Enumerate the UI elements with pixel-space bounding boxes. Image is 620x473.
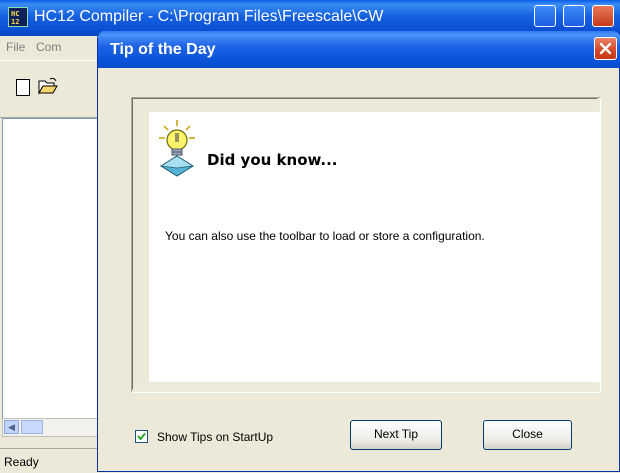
scroll-thumb[interactable] bbox=[21, 420, 43, 434]
open-folder-icon[interactable] bbox=[38, 77, 58, 95]
checkmark-icon bbox=[137, 432, 146, 441]
menu-compile[interactable]: Com bbox=[36, 40, 61, 54]
main-window-title: HC12 Compiler - C:\Program Files\Freesca… bbox=[34, 8, 384, 25]
tip-text: You can also use the toolbar to load or … bbox=[165, 229, 485, 243]
menu-file[interactable]: File bbox=[6, 40, 25, 54]
horizontal-scrollbar[interactable]: ◀ bbox=[2, 418, 100, 437]
main-close-button[interactable] bbox=[592, 5, 614, 27]
minimize-button[interactable] bbox=[534, 5, 556, 27]
main-content-area bbox=[2, 118, 100, 420]
dialog-titlebar[interactable]: Tip of the Day bbox=[98, 31, 620, 68]
close-icon bbox=[599, 42, 612, 55]
tip-heading: Did you know... bbox=[207, 151, 338, 169]
dialog-close-button[interactable] bbox=[594, 37, 617, 60]
dialog-title: Tip of the Day bbox=[110, 41, 216, 58]
show-tips-checkbox[interactable] bbox=[135, 430, 148, 443]
tip-frame: Did you know... You can also use the too… bbox=[131, 97, 601, 393]
app-icon: HC 12 bbox=[8, 7, 28, 27]
tip-panel: Did you know... You can also use the too… bbox=[149, 112, 600, 382]
close-button[interactable]: Close bbox=[483, 420, 572, 450]
scroll-left-icon[interactable]: ◀ bbox=[4, 420, 19, 434]
lightbulb-icon bbox=[159, 120, 195, 177]
tip-of-the-day-dialog: Tip of the Day Did you know... You can a… bbox=[97, 31, 620, 472]
next-tip-button[interactable]: Next Tip bbox=[350, 420, 442, 450]
status-text: Ready bbox=[4, 455, 39, 469]
show-tips-label[interactable]: Show Tips on StartUp bbox=[157, 430, 273, 444]
new-document-icon[interactable] bbox=[16, 79, 30, 96]
maximize-button[interactable] bbox=[563, 5, 585, 27]
